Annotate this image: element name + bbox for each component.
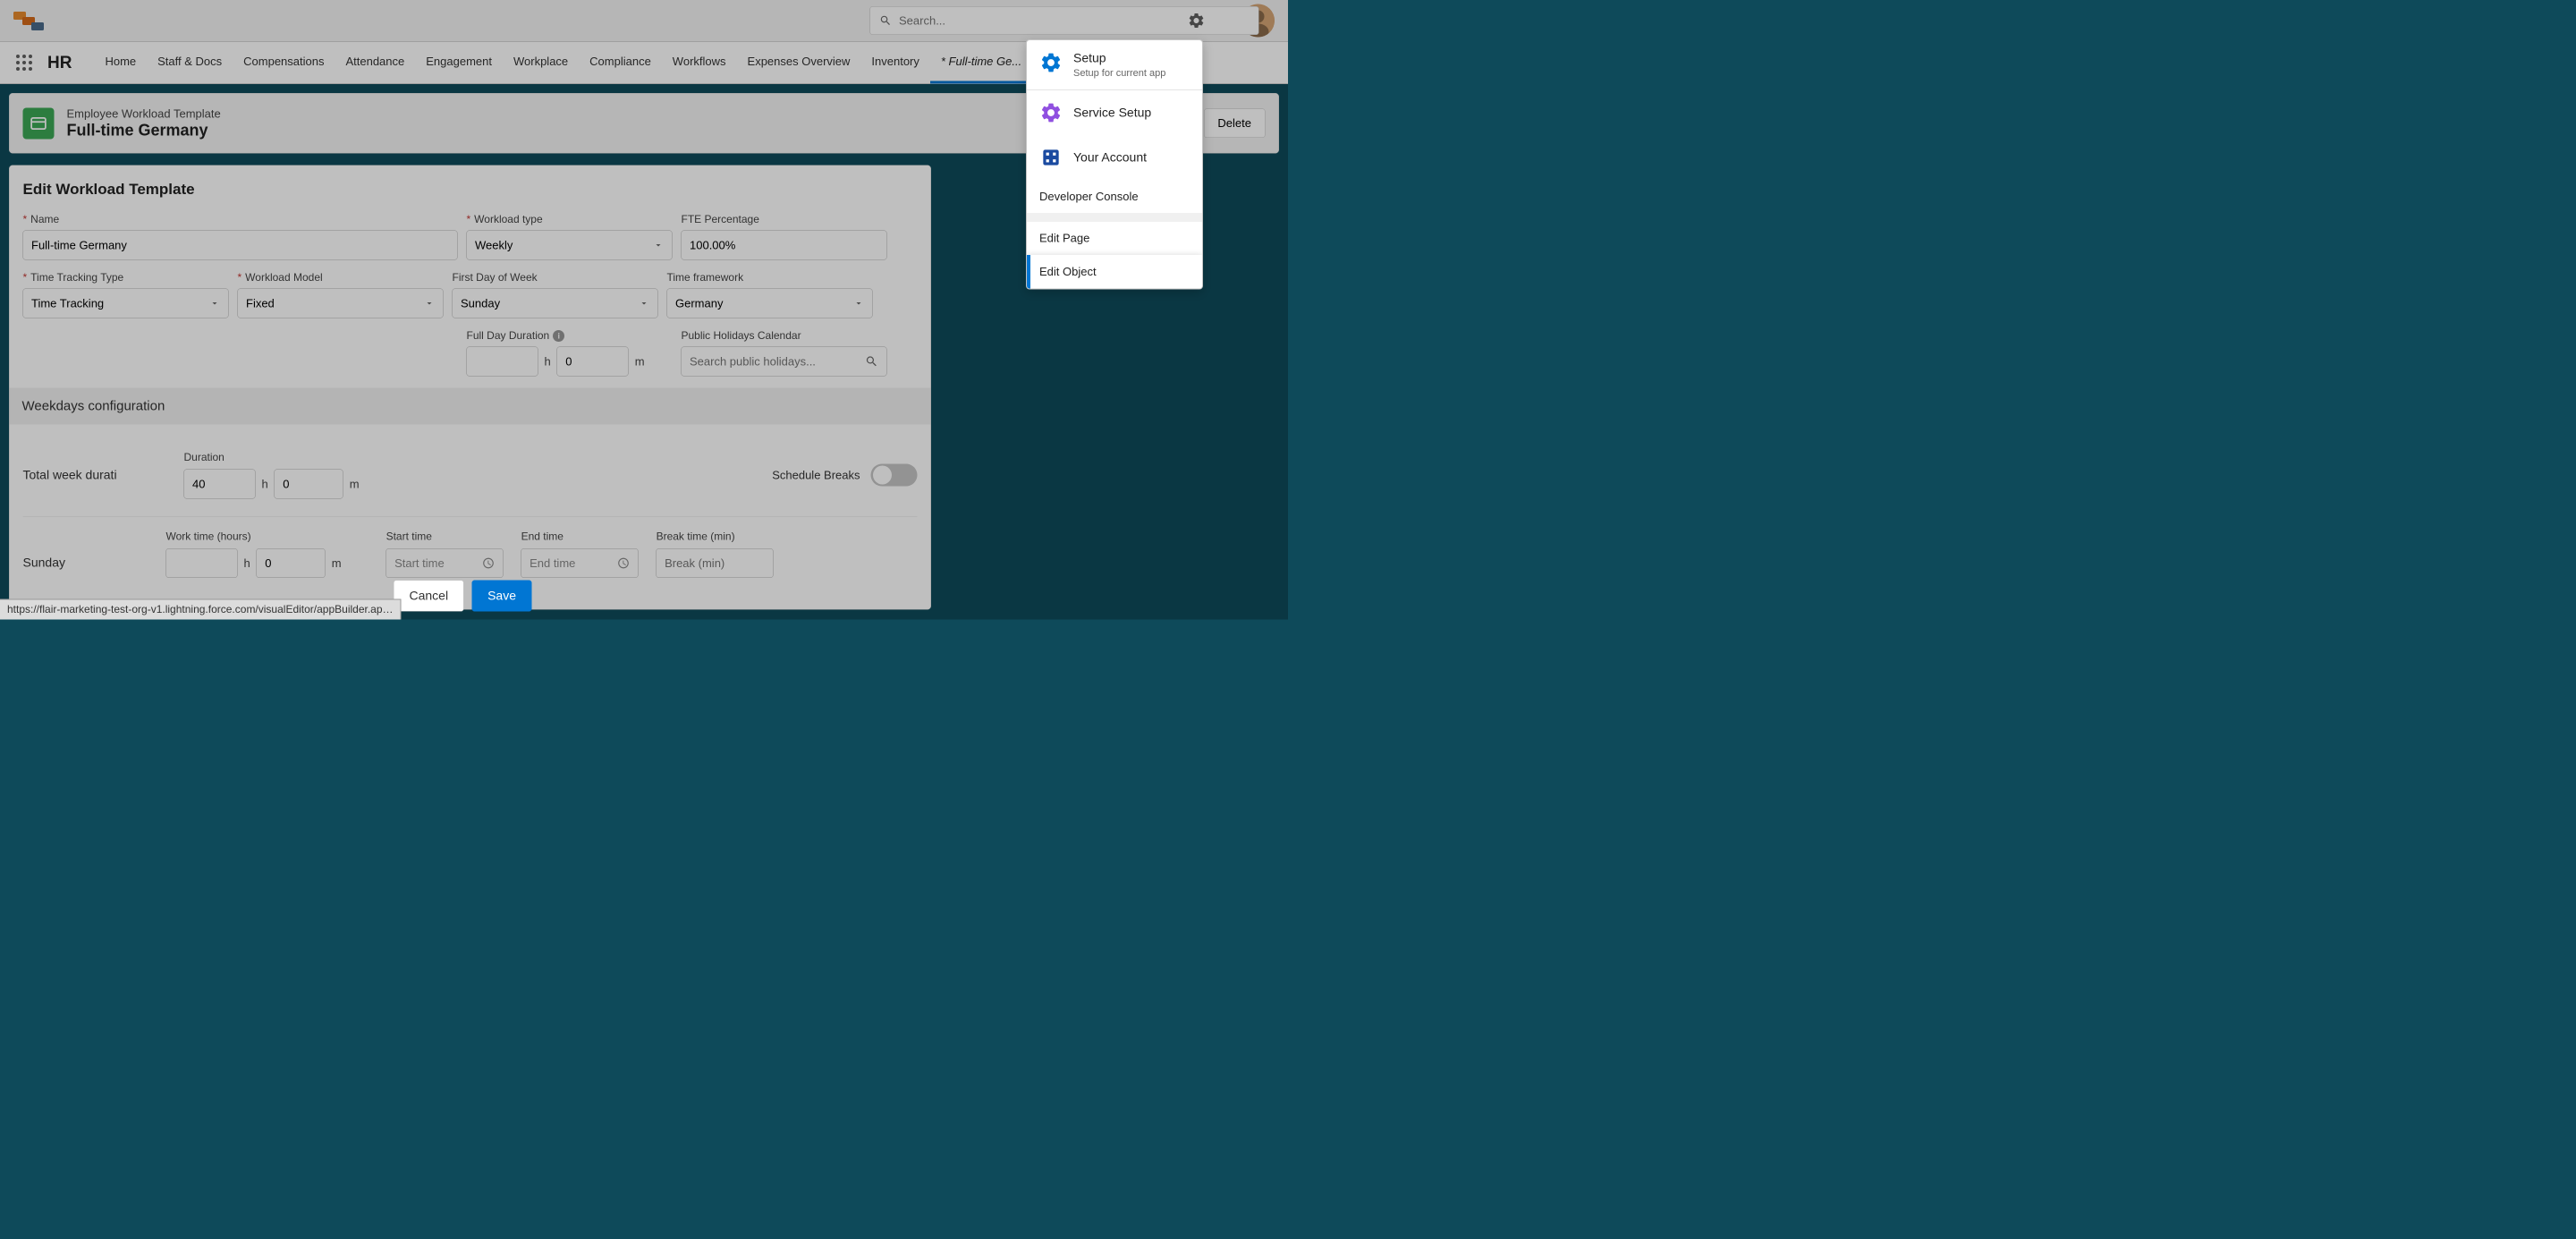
time-framework-select[interactable]: Germany — [667, 289, 873, 318]
building-icon — [1039, 146, 1063, 169]
clock-icon — [617, 557, 630, 570]
nav-tab-workplace[interactable]: Workplace — [503, 42, 579, 84]
schedule-breaks-label: Schedule Breaks — [772, 468, 860, 482]
tracking-type-label: Time Tracking Type — [30, 272, 123, 284]
holidays-label: Public Holidays Calendar — [682, 330, 887, 343]
chevron-down-icon — [853, 298, 864, 309]
status-bar-url: https://flair-marketing-test-org-v1.ligh… — [0, 599, 402, 620]
nav-tabs: Home Staff & Docs Compensations Attendan… — [94, 42, 1032, 84]
nav-tab-workflows[interactable]: Workflows — [662, 42, 737, 84]
break-input[interactable] — [657, 548, 774, 578]
time-framework-label: Time framework — [667, 272, 873, 284]
save-button[interactable]: Save — [472, 581, 532, 612]
nav-tab-staff[interactable]: Staff & Docs — [147, 42, 233, 84]
start-time-label: Start time — [386, 530, 504, 543]
work-time-label: Work time (hours) — [166, 530, 342, 543]
break-time-label: Break time (min) — [657, 530, 774, 543]
menu-edit-page[interactable]: Edit Page — [1027, 222, 1202, 256]
holidays-search[interactable] — [682, 347, 887, 377]
fte-input[interactable] — [682, 231, 887, 260]
schedule-breaks-toggle[interactable] — [871, 464, 918, 487]
workload-type-label: Workload type — [474, 214, 542, 226]
nav-tab-attendance[interactable]: Attendance — [335, 42, 415, 84]
chevron-down-icon — [653, 240, 664, 250]
search-icon — [879, 14, 892, 27]
clock-icon — [482, 557, 495, 570]
menu-your-account[interactable]: Your Account — [1027, 135, 1202, 180]
first-day-label: First Day of Week — [453, 272, 658, 284]
object-label: Employee Workload Template — [67, 107, 221, 122]
cancel-button[interactable]: Cancel — [394, 581, 464, 612]
global-header — [0, 0, 1288, 42]
workload-model-select[interactable]: Fixed — [238, 289, 444, 318]
delete-button[interactable]: Delete — [1204, 109, 1266, 139]
nav-tab-compensations[interactable]: Compensations — [233, 42, 335, 84]
nav-tab-engagement[interactable]: Engagement — [415, 42, 503, 84]
end-time-input[interactable]: End time — [521, 548, 639, 578]
menu-setup[interactable]: Setup Setup for current app — [1027, 40, 1202, 89]
gear-purple-icon — [1039, 101, 1063, 124]
nav-tab-active[interactable]: * Full-time Ge... — [930, 42, 1032, 84]
setup-gear-button[interactable] — [1184, 8, 1208, 33]
app-name: HR — [47, 53, 72, 72]
first-day-select[interactable]: Sunday — [453, 289, 658, 318]
setup-menu: Setup Setup for current app Service Setu… — [1026, 39, 1203, 290]
record-name: Full-time Germany — [67, 121, 221, 140]
gear-icon — [1039, 51, 1063, 74]
nav-tab-expenses[interactable]: Expenses Overview — [737, 42, 861, 84]
weekdays-section-header: Weekdays configuration — [10, 388, 931, 425]
nav-tab-compliance[interactable]: Compliance — [579, 42, 662, 84]
nav-tab-inventory[interactable]: Inventory — [860, 42, 929, 84]
record-icon — [23, 107, 55, 139]
menu-developer-console[interactable]: Developer Console — [1027, 180, 1202, 214]
tracking-type-select[interactable]: Time Tracking — [23, 289, 229, 318]
total-h-input[interactable] — [184, 470, 256, 499]
sunday-m-input[interactable] — [257, 548, 326, 578]
sunday-label: Sunday — [23, 556, 148, 578]
nav-tab-home[interactable]: Home — [94, 42, 147, 84]
chevron-down-icon — [639, 298, 649, 309]
full-day-label: Full Day Duration — [467, 330, 550, 343]
fte-label: FTE Percentage — [682, 214, 887, 226]
name-input[interactable] — [23, 231, 458, 260]
chevron-down-icon — [209, 298, 220, 309]
search-icon — [865, 355, 878, 369]
app-logo — [13, 8, 53, 33]
info-icon[interactable]: i — [553, 330, 564, 342]
sunday-h-input[interactable] — [166, 548, 238, 578]
total-m-input[interactable] — [275, 470, 343, 499]
start-time-input[interactable]: Start time — [386, 548, 504, 578]
menu-edit-object[interactable]: Edit Object — [1027, 255, 1202, 289]
chevron-down-icon — [424, 298, 435, 309]
app-launcher[interactable] — [13, 52, 35, 73]
full-day-m-input[interactable] — [557, 347, 629, 377]
menu-service-setup[interactable]: Service Setup — [1027, 90, 1202, 135]
edit-form: Edit Workload Template *Name *Workload t… — [9, 165, 931, 610]
end-time-label: End time — [521, 530, 639, 543]
form-title: Edit Workload Template — [23, 181, 918, 199]
name-label: Name — [30, 214, 59, 226]
full-day-h-input[interactable] — [467, 347, 538, 377]
workload-model-label: Workload Model — [245, 272, 322, 284]
total-week-label: Total week durati — [23, 468, 184, 482]
workload-type-select[interactable]: Weekly — [467, 231, 673, 260]
duration-label: Duration — [184, 452, 360, 464]
